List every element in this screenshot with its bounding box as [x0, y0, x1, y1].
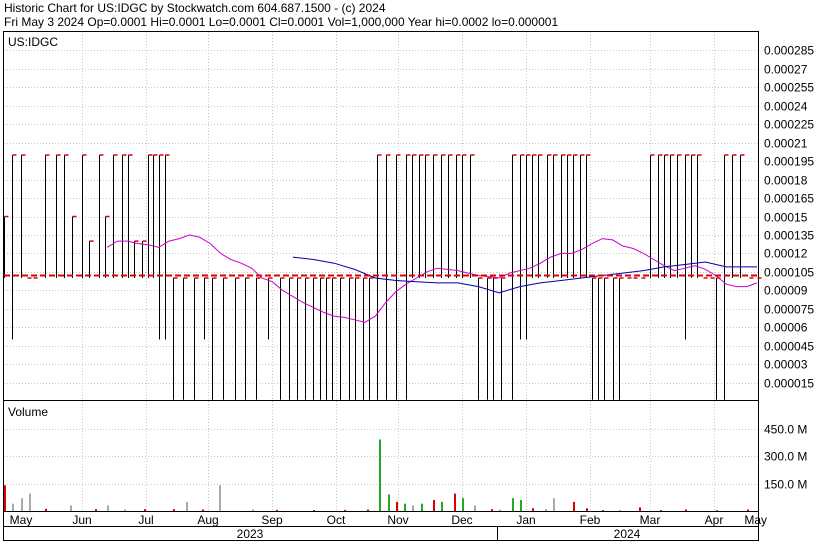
month-label: Aug	[197, 513, 218, 527]
volume-label: Volume	[8, 405, 48, 419]
price-tick-label: 0.00003	[764, 358, 808, 372]
month-label: Jun	[72, 513, 91, 527]
price-tick-label: 0.00009	[764, 284, 808, 298]
volume-tick-label: 450.0 M	[764, 423, 807, 437]
price-y-axis: 0.000285 0.00027 0.000255 0.00024 0.000225 0.…	[764, 44, 814, 391]
volume-bar	[107, 505, 109, 511]
year-axis-frame	[3, 526, 759, 541]
volume-bars	[4, 439, 749, 511]
price-tick-label: 0.00015	[764, 211, 808, 225]
volume-bar	[454, 493, 456, 511]
price-tick-label: 0.000105	[764, 266, 814, 280]
month-label: Feb	[580, 513, 601, 527]
price-tick-label: 0.000075	[764, 303, 814, 317]
month-label: Mar	[640, 513, 661, 527]
volume-bar	[639, 507, 641, 511]
volume-bar	[396, 501, 398, 511]
volume-bar	[441, 501, 443, 511]
volume-bar	[202, 509, 204, 511]
volume-bar	[4, 485, 6, 511]
volume-bar	[379, 439, 381, 511]
price-tick-label: 0.000225	[764, 118, 814, 132]
volume-bar	[95, 509, 97, 511]
volume-bar	[619, 510, 621, 511]
volume-bar	[602, 510, 604, 511]
volume-bar	[45, 508, 47, 511]
volume-bar	[12, 503, 14, 511]
volume-bar	[186, 501, 188, 511]
price-panel-frame	[3, 31, 759, 401]
volume-bar	[474, 505, 476, 511]
price-tick-label: 0.00018	[764, 174, 808, 188]
month-label: Sep	[261, 513, 283, 527]
volume-bar	[388, 494, 390, 511]
year-label-2024: 2024	[614, 527, 641, 541]
volume-bar	[716, 510, 718, 511]
price-tick-label: 0.000045	[764, 340, 814, 354]
month-label: Jan	[516, 513, 535, 527]
month-label: Jul	[138, 513, 153, 527]
price-bars	[4, 154, 762, 400]
month-labels: May Jun Jul Aug Sep Oct Nov Dec Jan Feb Mar Apr May	[10, 513, 767, 527]
volume-bar	[367, 509, 369, 511]
moving-average-line	[292, 256, 757, 294]
price-gridlines	[4, 50, 758, 384]
volume-y-axis: 450.0 M 300.0 M 150.0 M	[764, 423, 807, 492]
volume-bar	[276, 509, 278, 511]
symbol-label: US:IDGC	[8, 35, 58, 49]
volume-bar	[685, 509, 687, 511]
volume-bar	[532, 508, 534, 511]
volume-bar	[173, 509, 175, 511]
price-tick-label: 0.000285	[764, 44, 814, 58]
volume-tick-label: 150.0 M	[764, 478, 807, 492]
volume-bar	[660, 510, 662, 511]
volume-bar	[404, 503, 406, 511]
volume-tick-label: 300.0 M	[764, 450, 807, 464]
price-tick-label: 0.000165	[764, 192, 814, 206]
price-tick-label: 0.00021	[764, 137, 808, 151]
month-gridlines	[82, 32, 715, 511]
volume-bar	[553, 498, 555, 511]
volume-bar	[344, 509, 346, 511]
volume-bar	[462, 498, 464, 511]
volume-bar	[124, 509, 126, 511]
volume-bar	[433, 500, 435, 511]
volume-bar	[219, 485, 221, 511]
year-label-2023: 2023	[237, 527, 264, 541]
volume-bar	[573, 501, 575, 511]
volume-bar	[499, 509, 501, 511]
price-tick-label: 0.00027	[764, 63, 808, 77]
price-tick-label: 0.00012	[764, 247, 808, 261]
month-label: Apr	[705, 513, 724, 527]
month-label: Dec	[451, 513, 472, 527]
price-tick-label: 0.00006	[764, 321, 808, 335]
volume-bar	[520, 500, 522, 511]
month-label: May	[744, 513, 767, 527]
volume-bar	[545, 509, 547, 511]
volume-bar	[747, 509, 749, 511]
volume-bar	[144, 509, 146, 511]
volume-bar	[512, 498, 514, 511]
month-label: Oct	[327, 513, 346, 527]
volume-bar	[421, 503, 423, 511]
month-label: May	[10, 513, 33, 527]
volume-bar	[313, 510, 315, 511]
month-label: Nov	[387, 513, 408, 527]
volume-bar	[21, 498, 23, 511]
stock-chart: US:IDGC Volume 0.0002850.000270.0002550.…	[3, 31, 814, 541]
price-tick-label: 0.00024	[764, 100, 808, 114]
volume-bar	[29, 493, 31, 511]
volume-bar	[252, 509, 254, 511]
price-tick-label: 0.000015	[764, 377, 814, 391]
price-tick-label: 0.000255	[764, 81, 814, 95]
volume-bar	[70, 505, 72, 511]
price-tick-label: 0.000135	[764, 229, 814, 243]
volume-bar	[412, 505, 414, 511]
volume-bar	[586, 508, 588, 511]
volume-bar	[491, 509, 493, 511]
price-tick-label: 0.000195	[764, 155, 814, 169]
